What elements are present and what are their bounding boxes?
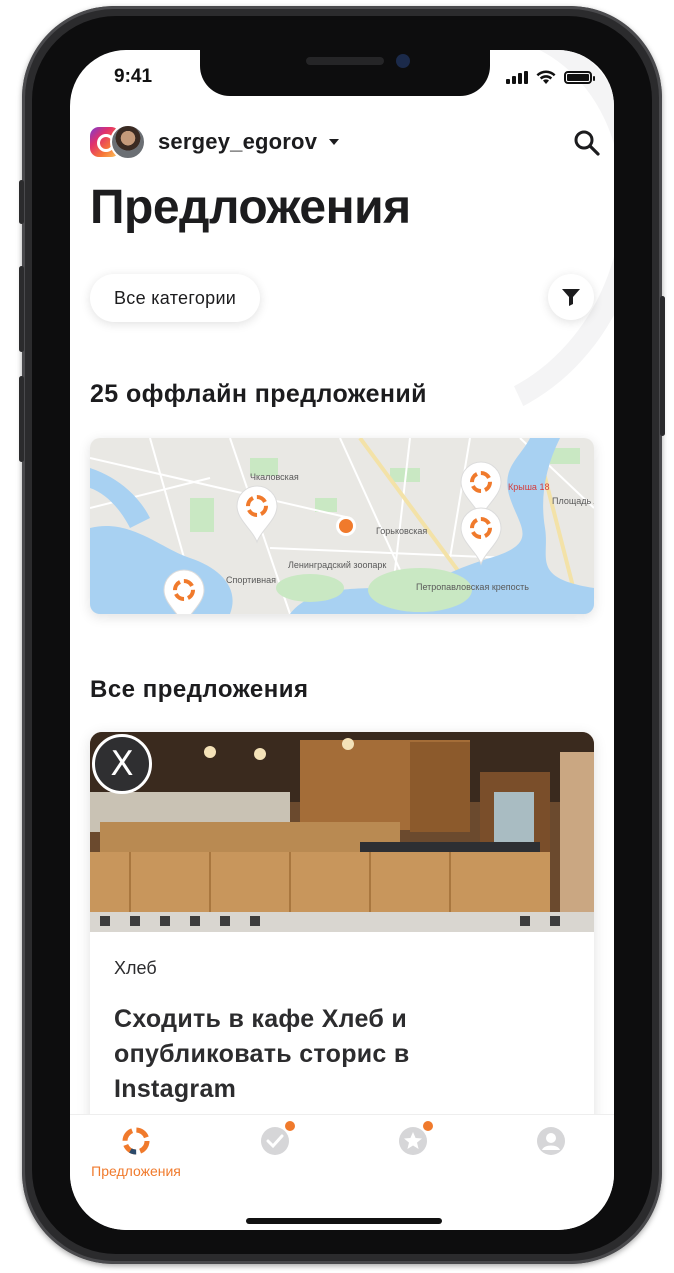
notification-badge bbox=[423, 1121, 433, 1131]
avatar bbox=[110, 124, 146, 160]
mute-switch bbox=[19, 180, 24, 224]
home-indicator[interactable] bbox=[246, 1218, 442, 1224]
account-switcher[interactable]: sergey_egorov bbox=[90, 124, 340, 160]
tab-offers-label: Предложения bbox=[91, 1163, 181, 1179]
map-label: Площадь Лен bbox=[552, 496, 594, 506]
tab-offers[interactable]: Предложения bbox=[91, 1125, 181, 1179]
brand-logo: X bbox=[92, 734, 152, 794]
notification-badge bbox=[285, 1121, 295, 1131]
wifi-icon bbox=[536, 70, 556, 84]
app-screen: 9:41 sergey_egorov Предложения Все катег… bbox=[70, 50, 614, 1230]
filter-icon bbox=[562, 289, 580, 306]
filter-button[interactable] bbox=[548, 274, 594, 320]
map-label: Спортивная bbox=[226, 575, 276, 585]
offers-map[interactable]: Чкаловская Горьковская Ленинградский зоо… bbox=[90, 438, 594, 614]
username: sergey_egorov bbox=[158, 129, 318, 154]
offer-photo bbox=[90, 732, 594, 932]
category-selector[interactable]: Все категории bbox=[90, 274, 261, 322]
map-label: Горьковская bbox=[376, 526, 427, 536]
signal-icon bbox=[506, 71, 528, 84]
offer-card[interactable]: X Хлеб Сходить в кафе Хлеб и опубликоват… bbox=[90, 732, 594, 1152]
map-label: Чкаловская bbox=[250, 472, 299, 482]
power-button bbox=[660, 296, 665, 436]
all-offers-heading: Все предложения bbox=[90, 676, 309, 703]
front-camera bbox=[396, 54, 410, 68]
map-label: Петропавловская крепость bbox=[416, 582, 529, 592]
tab-bar: Предложения bbox=[70, 1114, 614, 1230]
offer-category: Хлеб bbox=[114, 958, 157, 978]
search-icon bbox=[574, 130, 600, 156]
offer-title: Сходить в кафе Хлеб и опубликовать стори… bbox=[114, 1005, 410, 1103]
tab-profile[interactable] bbox=[506, 1125, 596, 1157]
tab-completed[interactable] bbox=[230, 1121, 320, 1157]
notch bbox=[200, 50, 490, 96]
battery-icon bbox=[564, 71, 595, 84]
star-circle-icon bbox=[397, 1121, 433, 1157]
check-circle-icon bbox=[259, 1121, 295, 1157]
page-title: Предложения bbox=[90, 181, 411, 234]
offers-ring-icon bbox=[122, 1127, 150, 1155]
search-button[interactable] bbox=[572, 128, 602, 158]
background-watermark bbox=[219, 50, 614, 479]
volume-up-button bbox=[19, 266, 24, 352]
offline-offers-heading: 25 оффлайн предложений bbox=[90, 380, 427, 408]
speaker-grille bbox=[306, 57, 384, 65]
status-time: 9:41 bbox=[114, 66, 153, 87]
profile-icon bbox=[535, 1125, 567, 1157]
map-label: Крыша 18 bbox=[508, 482, 549, 492]
map-label: Ленинградский зоопарк bbox=[288, 560, 386, 570]
chevron-down-icon bbox=[329, 139, 340, 145]
volume-down-button bbox=[19, 376, 24, 462]
status-icons bbox=[506, 70, 595, 85]
tab-favorites[interactable] bbox=[368, 1121, 458, 1157]
